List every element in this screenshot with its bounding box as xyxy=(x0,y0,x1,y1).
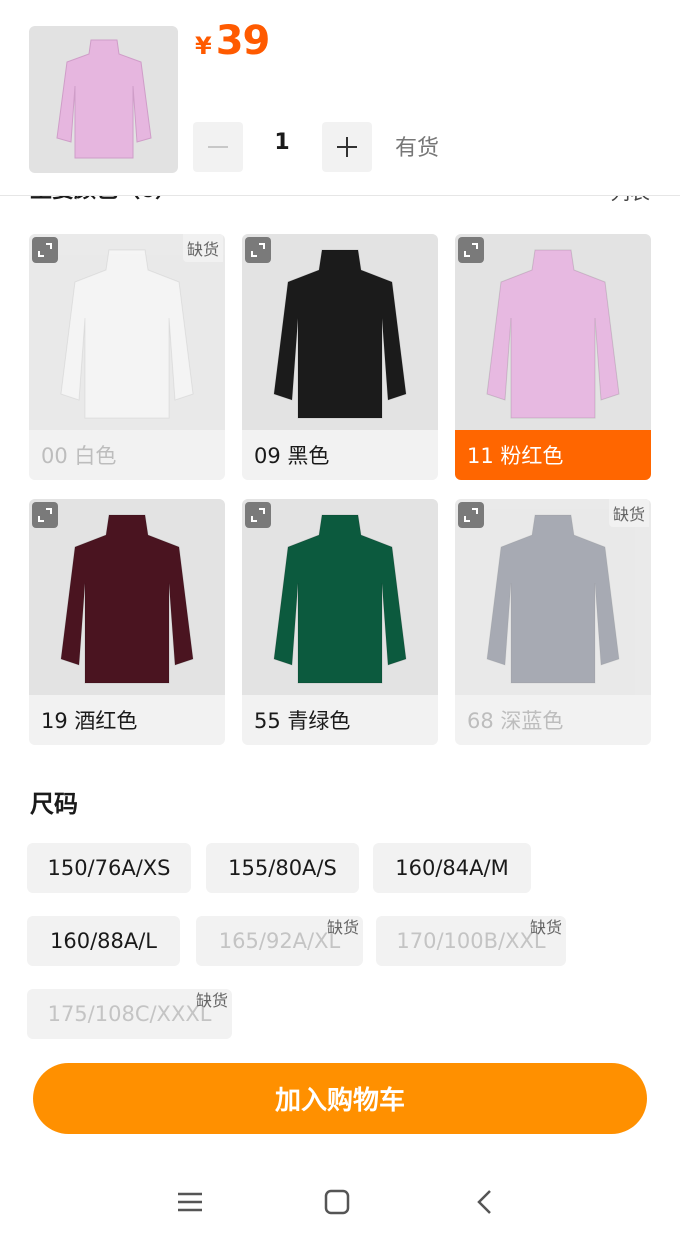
color-option-image xyxy=(29,499,225,695)
back-icon xyxy=(477,1190,491,1214)
expand-icon xyxy=(38,508,52,522)
out-of-stock-badge: 缺货 xyxy=(182,234,223,262)
price-value: 39 xyxy=(215,18,271,64)
expand-image-button[interactable] xyxy=(245,237,271,263)
expand-icon xyxy=(251,508,265,522)
color-option-card[interactable]: 55 青绿色 xyxy=(242,499,438,745)
sweater-image xyxy=(486,514,620,684)
size-option-chip[interactable]: 170/100B/XXL 缺货 xyxy=(376,916,566,966)
color-grid: 缺货 00 白色 09 黑色 11 粉红色 19 酒红色 55 青绿色 缺货 68 深蓝色 xyxy=(29,234,652,745)
size-option-label: 155/80A/S xyxy=(228,856,337,880)
expand-image-button[interactable] xyxy=(32,502,58,528)
add-to-cart-button[interactable]: 加入购物车 xyxy=(33,1063,647,1134)
sweater-image xyxy=(56,39,152,159)
expand-image-button[interactable] xyxy=(32,237,58,263)
color-option-label: 68 深蓝色 xyxy=(467,709,564,733)
color-option-card[interactable]: 缺货 00 白色 xyxy=(29,234,225,480)
stock-status: 有货 xyxy=(395,136,440,161)
color-option-image xyxy=(455,499,651,695)
home-button[interactable] xyxy=(317,1182,357,1222)
color-option-card[interactable]: 缺货 68 深蓝色 xyxy=(455,499,651,745)
quantity-value[interactable]: 1 xyxy=(258,130,306,155)
out-of-stock-badge: 缺货 xyxy=(326,918,359,937)
expand-image-button[interactable] xyxy=(245,502,271,528)
size-option-chip[interactable]: 155/80A/S xyxy=(206,843,359,893)
sweater-image xyxy=(60,514,194,684)
size-option-label: 160/88A/L xyxy=(49,929,158,953)
size-option-label: 175/108C/XXXL xyxy=(47,1002,212,1026)
size-option-chip[interactable]: 150/76A/XS xyxy=(27,843,191,893)
out-of-stock-badge: 缺货 xyxy=(608,499,649,527)
size-option-chip[interactable]: 160/84A/M xyxy=(373,843,531,893)
minus-icon xyxy=(208,146,228,148)
color-option-label: 09 黑色 xyxy=(254,444,330,468)
out-of-stock-badge: 缺货 xyxy=(195,991,228,1010)
menu-icon xyxy=(178,1192,202,1212)
sweater-image xyxy=(486,249,620,419)
expand-image-button[interactable] xyxy=(458,502,484,528)
increase-quantity-button[interactable] xyxy=(322,122,372,172)
recent-apps-button[interactable] xyxy=(170,1182,210,1222)
color-option-image xyxy=(455,234,651,430)
sweater-image xyxy=(273,249,407,419)
expand-icon xyxy=(251,243,265,257)
currency-symbol: ¥ xyxy=(195,32,212,60)
plus-icon xyxy=(337,137,357,157)
expand-icon xyxy=(38,243,52,257)
back-button[interactable] xyxy=(465,1182,505,1222)
color-option-label: 11 粉红色 xyxy=(455,430,651,480)
size-option-chip[interactable]: 160/88A/L xyxy=(27,916,180,966)
size-title: 尺码 xyxy=(30,790,78,818)
product-thumbnail[interactable] xyxy=(29,26,178,173)
home-icon xyxy=(324,1189,350,1215)
size-option-label: 170/100B/XXL xyxy=(396,929,546,953)
price: ¥ 39 xyxy=(195,18,271,64)
color-option-card[interactable]: 19 酒红色 xyxy=(29,499,225,745)
color-option-card[interactable]: 11 粉红色 xyxy=(455,234,651,480)
expand-image-button[interactable] xyxy=(458,237,484,263)
sweater-image xyxy=(60,249,194,419)
sweater-image xyxy=(273,514,407,684)
product-summary-header: ¥ 39 1 有货 xyxy=(0,0,680,196)
size-option-chip[interactable]: 175/108C/XXXL 缺货 xyxy=(27,989,232,1039)
size-option-label: 165/92A/XL xyxy=(218,929,341,953)
size-option-chip[interactable]: 165/92A/XL 缺货 xyxy=(196,916,363,966)
color-option-image xyxy=(29,234,225,430)
system-nav-bar xyxy=(0,1160,680,1243)
color-option-label: 55 青绿色 xyxy=(254,709,351,733)
color-option-image xyxy=(242,499,438,695)
size-option-label: 160/84A/M xyxy=(395,856,509,880)
out-of-stock-badge: 缺货 xyxy=(529,918,562,937)
color-option-label: 19 酒红色 xyxy=(41,709,138,733)
color-option-label: 00 白色 xyxy=(41,444,117,468)
expand-icon xyxy=(464,243,478,257)
size-option-label: 150/76A/XS xyxy=(47,856,171,880)
color-option-card[interactable]: 09 黑色 xyxy=(242,234,438,480)
color-option-image xyxy=(242,234,438,430)
decrease-quantity-button[interactable] xyxy=(193,122,243,172)
expand-icon xyxy=(464,508,478,522)
